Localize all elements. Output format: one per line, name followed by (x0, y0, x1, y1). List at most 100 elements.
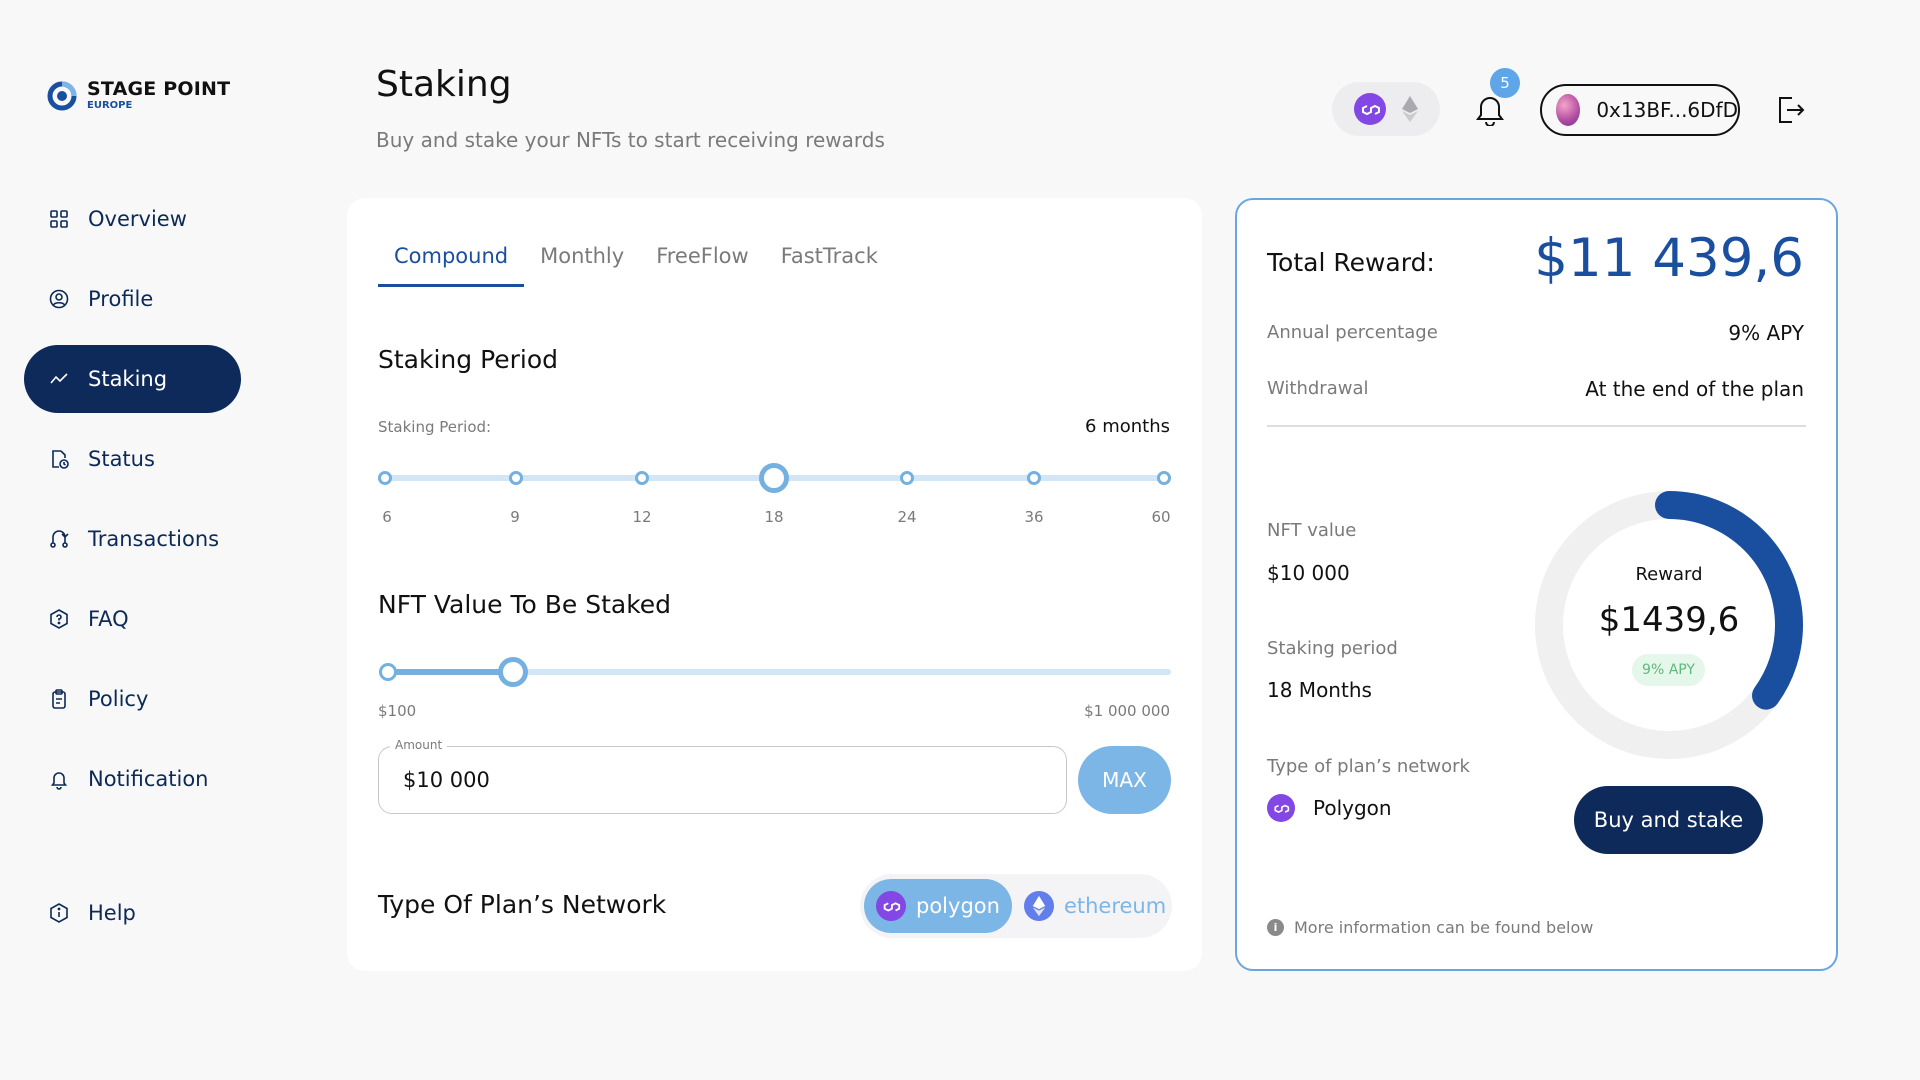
tab-fasttrack[interactable]: FastTrack (765, 244, 894, 284)
clipboard-icon (52, 689, 66, 709)
transfer-icon (50, 530, 69, 548)
annual-percentage-label: Annual percentage (1267, 322, 1438, 343)
slider-stop-9[interactable] (509, 471, 523, 485)
tick-label: 60 (1151, 508, 1171, 526)
staking-period-label: Staking Period: (378, 418, 492, 436)
staking-config-card (347, 198, 1202, 971)
amount-legend: Amount (390, 738, 448, 752)
tab-freeflow[interactable]: FreeFlow (640, 244, 765, 284)
sidebar-item-help[interactable]: Help (24, 879, 241, 947)
ethereum-icon (1023, 891, 1054, 921)
nft-min-label: $100 (378, 702, 417, 720)
sidebar-item-faq[interactable]: FAQ (24, 585, 241, 653)
question-hexagon-icon (50, 609, 68, 629)
logout-icon[interactable] (1774, 94, 1806, 126)
plan-tabs: Compound Monthly FreeFlow FastTrack (378, 244, 894, 287)
bell-icon (50, 772, 68, 790)
slider-stop-36[interactable] (1027, 471, 1041, 485)
tick-label: 6 (382, 508, 392, 526)
sidebar-item-label: FAQ (88, 607, 129, 631)
sidebar-item-label: Policy (88, 687, 149, 711)
sidebar-item-notification[interactable]: Notification (24, 745, 241, 813)
sidebar-item-label: Help (88, 901, 136, 925)
polygon-icon[interactable] (1353, 93, 1386, 125)
network-option-polygon[interactable]: polygon (864, 879, 1012, 933)
total-reward-value: $11 439,6 (1534, 228, 1804, 289)
tick-label: 12 (632, 508, 652, 526)
apy-badge: 9% APY (1632, 654, 1705, 686)
network-selector: polygon ethereum (860, 874, 1172, 938)
stage-point-logo-icon (47, 81, 77, 110)
summary-divider (1267, 425, 1806, 427)
staking-period-summary-label: Staking period (1267, 638, 1398, 659)
max-button[interactable]: MAX (1078, 746, 1171, 814)
sidebar-item-policy[interactable]: Policy (24, 665, 241, 733)
network-summary: Polygon (1267, 794, 1392, 822)
network-switcher[interactable] (1332, 82, 1440, 136)
nft-slider-handle[interactable] (498, 657, 528, 687)
tab-compound[interactable]: Compound (378, 244, 525, 287)
staking-period-summary-value: 18 Months (1267, 678, 1372, 702)
slider-stop-24[interactable] (900, 471, 914, 485)
donut-value: $1439,6 (1598, 600, 1740, 640)
network-option-ethereum[interactable]: ethereum (1012, 879, 1178, 933)
polygon-icon (1267, 794, 1295, 822)
slider-stop-12[interactable] (635, 471, 649, 485)
network-option-label: polygon (916, 894, 1000, 918)
sidebar-item-overview[interactable]: Overview (24, 185, 241, 253)
notification-count-badge: 5 (1490, 68, 1520, 98)
brand-sub: EUROPE (87, 100, 133, 111)
nft-value-slider-fill (388, 669, 513, 675)
staking-period-title: Staking Period (378, 345, 559, 374)
wallet-button[interactable]: 0x13BF...6DfD (1540, 84, 1740, 136)
brand-name: STAGE POINT (87, 78, 231, 100)
info-icon: i (1267, 919, 1284, 936)
nft-slider-min-handle[interactable] (379, 663, 397, 681)
avatar (1556, 94, 1581, 126)
withdrawal-label: Withdrawal (1267, 378, 1369, 399)
network-summary-value: Polygon (1313, 796, 1392, 820)
sidebar-item-profile[interactable]: Profile (24, 265, 241, 333)
amount-input[interactable]: $10 000 (378, 746, 1067, 814)
annual-percentage-value: 9% APY (1728, 321, 1804, 345)
sidebar-item-label: Staking (88, 367, 168, 391)
withdrawal-value: At the end of the plan (1585, 377, 1804, 401)
sidebar-item-label: Overview (88, 207, 187, 231)
nft-value-label: NFT value (1267, 520, 1357, 541)
info-text: More information can be found below (1294, 918, 1594, 937)
brand-logo[interactable]: STAGE POINT EUROPE (47, 80, 230, 111)
network-option-label: ethereum (1063, 894, 1167, 918)
staking-period-value: 6 months (1085, 416, 1170, 437)
trend-line-icon (50, 373, 68, 384)
slider-handle[interactable] (759, 463, 789, 493)
buy-and-stake-button[interactable]: Buy and stake (1574, 786, 1763, 854)
page-subtitle: Buy and stake your NFTs to start receivi… (376, 128, 885, 152)
slider-stop-60[interactable] (1157, 471, 1171, 485)
grid-icon (50, 210, 68, 228)
sidebar-item-transactions[interactable]: Transactions (24, 505, 241, 573)
tick-label: 36 (1024, 508, 1044, 526)
tick-label: 9 (510, 508, 520, 526)
nft-max-label: $1 000 000 (1084, 702, 1170, 720)
sidebar-item-label: Profile (88, 287, 154, 311)
total-reward-label: Total Reward: (1267, 248, 1435, 277)
sidebar-item-status[interactable]: Status (24, 425, 241, 493)
amount-value: $10 000 (403, 768, 490, 792)
wallet-address: 0x13BF...6DfD (1596, 98, 1738, 122)
network-title: Type Of Plan’s Network (378, 890, 667, 919)
info-note: i More information can be found below (1267, 918, 1593, 937)
tab-monthly[interactable]: Monthly (524, 244, 640, 284)
slider-stop-6[interactable] (378, 471, 392, 485)
network-summary-label: Type of plan’s network (1267, 756, 1470, 777)
sidebar-item-staking[interactable]: Staking (24, 345, 241, 413)
donut-label: Reward (1635, 564, 1703, 585)
tick-label: 18 (764, 508, 784, 526)
ethereum-icon[interactable] (1401, 95, 1419, 123)
page-title: Staking (376, 64, 512, 105)
info-circle-icon (50, 903, 68, 923)
document-clock-icon (52, 450, 69, 469)
polygon-icon (876, 891, 906, 921)
sidebar-item-label: Notification (88, 767, 209, 791)
nft-value-title: NFT Value To Be Staked (378, 590, 672, 619)
nft-value-amount: $10 000 (1267, 561, 1350, 585)
